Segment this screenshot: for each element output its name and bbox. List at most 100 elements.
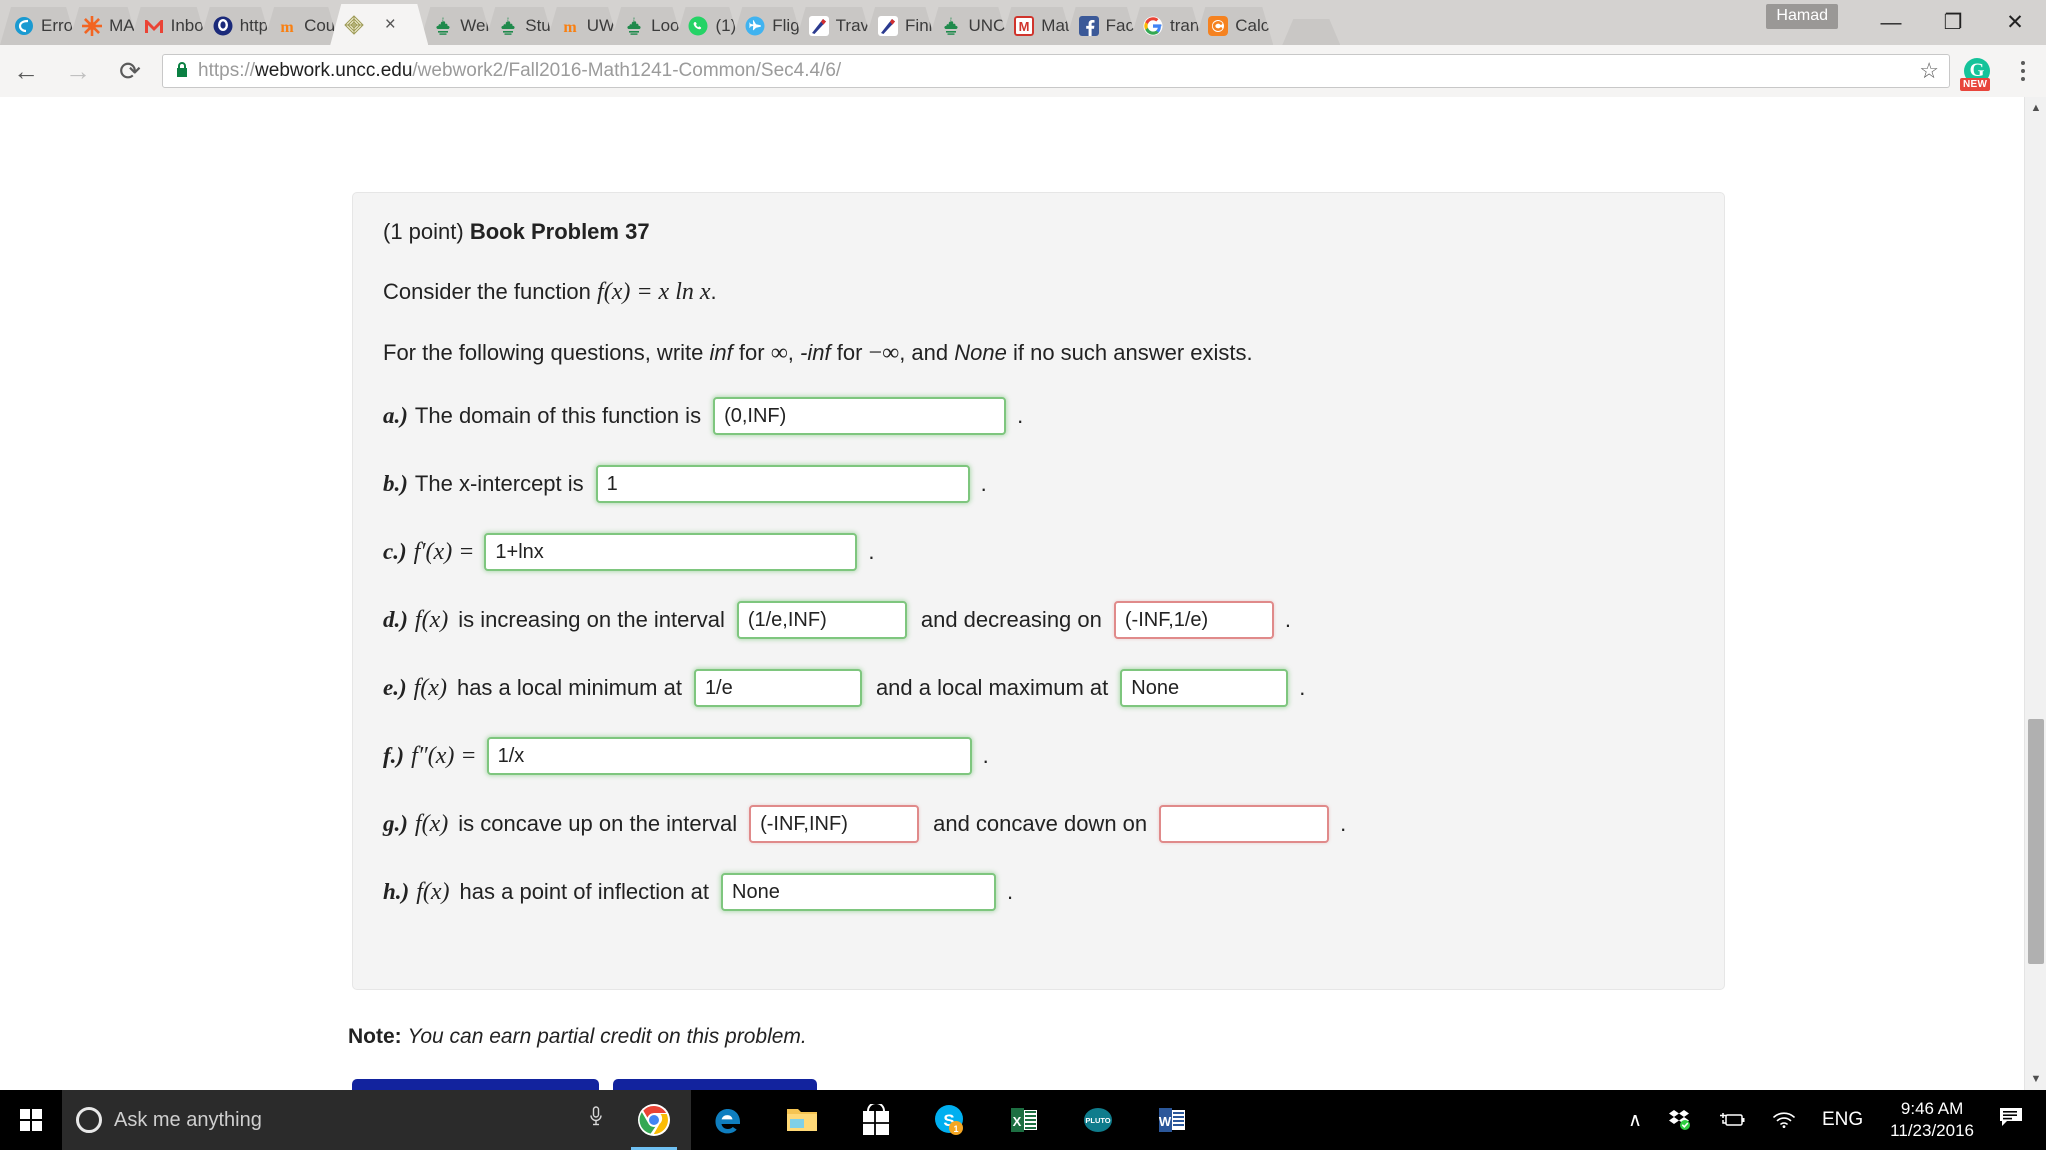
action-center-icon[interactable] [1988,1106,2040,1135]
new-tab-button[interactable] [1282,19,1340,45]
scrollbar-thumb[interactable] [2028,719,2044,964]
question-row: h.)f(x) has a point of inflection at. [383,873,1694,911]
whatsapp-icon [688,16,708,36]
tab-title: Cou [304,16,336,35]
maximize-button[interactable]: ❐ [1922,0,1984,45]
browser-tab[interactable]: Stu [484,7,555,45]
extension-new-badge: NEW [1960,78,1991,91]
browser-tab[interactable]: m UW [546,7,619,45]
tab-title: tran [1169,16,1200,35]
browser-tab[interactable]: M Mat [1000,7,1073,45]
browser-tab[interactable]: http [199,7,272,45]
answer-input-a-1[interactable] [713,397,1007,435]
clock[interactable]: 9:46 AM 11/23/2016 [1876,1098,1988,1142]
submit-answers-button[interactable]: Submit Answers [613,1079,817,1090]
question-label: b.) [383,471,408,496]
cortana-search-box[interactable]: Ask me anything [62,1090,617,1150]
svg-text:M: M [1019,19,1030,34]
taskbar-skype-icon[interactable]: S1 [913,1090,987,1150]
show-hidden-icons-chevron-icon[interactable]: ∧ [1615,1090,1655,1150]
dropbox-icon[interactable] [1655,1090,1705,1150]
taskbar-excel-icon[interactable]: X [987,1090,1061,1150]
taskbar-file-explorer-icon[interactable] [765,1090,839,1150]
question-text: is increasing on the interval [458,607,725,632]
close-tab-icon[interactable]: × [379,15,401,34]
question-text: has a point of inflection at [459,879,710,904]
answer-input-h-1[interactable] [721,873,997,911]
start-button[interactable] [0,1090,62,1150]
taskbar-word-icon[interactable]: W [1135,1090,1209,1150]
battery-icon[interactable] [1705,1090,1759,1150]
note-text: You can earn partial credit on this prob… [407,1025,807,1048]
tab-title: Calc [1235,16,1270,35]
answer-input-b-1[interactable] [595,465,970,503]
browser-tab[interactable]: m Cou [263,7,339,45]
browser-tab[interactable]: Loo [610,7,683,45]
consider-line: Consider the function f(x) = x ln x. [383,279,1694,306]
question-text-secondary: and decreasing on [920,607,1102,632]
answer-input-d-1[interactable] [736,601,907,639]
svg-text:m: m [563,19,577,36]
question-math: f(x) [414,810,449,837]
bookmark-star-icon[interactable]: ☆ [1919,58,1939,84]
question-math: f″(x) = [411,742,477,769]
answer-input-g-1[interactable] [749,805,920,843]
browser-tab[interactable]: Erro [0,7,77,45]
wifi-icon[interactable] [1759,1090,1809,1150]
browser-tab[interactable]: Fac [1065,7,1138,45]
answer-input-f-1[interactable] [486,737,972,775]
tab-title: MA [109,16,135,35]
scroll-down-arrow-icon[interactable]: ▼ [2025,1068,2046,1090]
chrome-menu-icon[interactable] [2000,61,2046,81]
question-text-secondary: and concave down on [933,811,1148,836]
scroll-up-arrow-icon[interactable]: ▲ [2025,97,2046,119]
microphone-icon[interactable] [589,1106,603,1134]
close-window-button[interactable]: ✕ [1984,0,2046,45]
taskbar-pluto-icon[interactable]: PLUTO [1061,1090,1135,1150]
tab-title: Inbo [170,16,204,35]
language-indicator[interactable]: ENG [1809,1090,1876,1150]
taskbar-chrome-icon[interactable] [617,1090,691,1150]
instruction-end: if no such answer exists. [1012,340,1253,365]
browser-tab-active[interactable]: × [330,4,428,45]
browser-tab[interactable]: Trav [795,7,873,45]
browser-tab[interactable]: Calc [1194,7,1273,45]
navigation-toolbar: ← → ⟳ https://webwork.uncc.edu/webwork2/… [0,45,2046,97]
reload-icon[interactable]: ⟳ [104,45,156,97]
browser-tab[interactable]: Fini [864,7,936,45]
back-icon[interactable]: ← [0,45,52,97]
taskbar-app-buttons: S 1 X PLUTO W [617,1090,1209,1150]
question-row: a.)The domain of this function is. [383,397,1694,435]
address-bar[interactable]: https://webwork.uncc.edu/webwork2/Fall20… [162,54,1950,88]
browser-tab[interactable]: tran [1129,7,1203,45]
tab-title: http [239,16,269,35]
neg-inf-word: -inf [800,340,831,365]
preview-my-answers-button[interactable]: Preview My Answers [352,1079,599,1090]
answer-input-e-1[interactable] [693,669,862,707]
browser-tab[interactable]: MA [68,7,139,45]
question-label: c.) [383,539,407,564]
partial-credit-note: Note: You can earn partial credit on thi… [348,1025,807,1049]
browser-tab[interactable]: (1) [674,7,740,45]
answer-input-d-2[interactable] [1113,601,1274,639]
browser-tab[interactable]: Flig [731,7,803,45]
profile-name-button[interactable]: Hamad [1766,4,1838,29]
spiral-icon [14,16,34,36]
taskbar-edge-icon[interactable] [691,1090,765,1150]
answer-input-g-2[interactable] [1159,805,1330,843]
blue-circle-icon [213,16,233,36]
forward-icon[interactable]: → [52,45,104,97]
browser-tab[interactable]: UNC [927,7,1009,45]
grammarly-extension-icon[interactable]: G NEW [1960,54,1994,91]
answer-input-e-2[interactable] [1120,669,1289,707]
browser-tab[interactable]: Wel [419,7,493,45]
tab-title: Flig [772,16,800,35]
minimize-button[interactable]: — [1860,0,1922,45]
question-row: d.)f(x) is increasing on the interval and … [383,601,1694,639]
problem-panel: (1 point) Book Problem 37 Consider the f… [352,192,1725,990]
browser-tab[interactable]: Inbo [130,7,208,45]
taskbar-microsoft-store-icon[interactable] [839,1090,913,1150]
trailing-period: . [980,471,987,496]
answer-input-c-1[interactable] [484,533,858,571]
vertical-scrollbar[interactable]: ▲ ▼ [2024,97,2046,1090]
